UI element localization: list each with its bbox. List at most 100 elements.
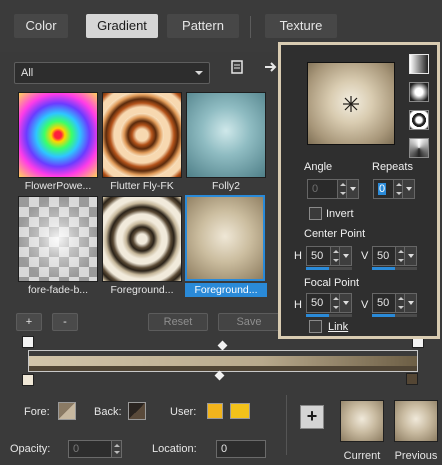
color-stop-right[interactable]	[406, 373, 418, 385]
focal-h-stepper-icon[interactable]	[330, 294, 339, 312]
center-h-label: H	[294, 250, 302, 262]
user-label: User:	[170, 406, 197, 418]
focal-h-input[interactable]: 50	[306, 293, 352, 313]
gradient-thumb-flowerpower[interactable]	[18, 92, 98, 178]
center-h-stepper-icon[interactable]	[330, 247, 339, 265]
center-v-value: 50	[377, 250, 390, 262]
tab-color[interactable]: Color	[14, 14, 68, 38]
center-point-label: Center Point	[304, 228, 366, 240]
opacity-midpoint-marker[interactable]	[217, 340, 228, 351]
invert-label: Invert	[326, 208, 354, 220]
repeats-stepper-icon[interactable]	[393, 180, 402, 198]
current-gradient-preview[interactable]	[340, 400, 384, 442]
category-select[interactable]: All	[14, 62, 210, 84]
focal-v-value: 50	[377, 297, 390, 309]
add-gradient-button[interactable]: +	[16, 313, 42, 331]
reset-button[interactable]: Reset	[148, 313, 208, 331]
focal-v-slider[interactable]	[372, 314, 417, 317]
center-v-dropdown-icon[interactable]	[404, 247, 416, 265]
gradient-thumb-fore-fade[interactable]	[18, 196, 98, 282]
center-v-input[interactable]: 50	[372, 246, 417, 266]
center-v-slider[interactable]	[372, 267, 417, 270]
focal-v-stepper-icon[interactable]	[395, 294, 404, 312]
center-h-slider[interactable]	[306, 267, 352, 270]
previous-label: Previous	[394, 450, 438, 462]
category-select-value: All	[21, 67, 34, 79]
gradient-thumb-flutter-fly[interactable]	[102, 92, 182, 178]
repeats-label: Repeats	[372, 161, 413, 173]
focal-h-label: H	[294, 299, 302, 311]
focal-h-dropdown-icon[interactable]	[339, 294, 351, 312]
remove-gradient-button[interactable]: -	[52, 313, 78, 331]
radial-type-icon[interactable]	[409, 82, 429, 102]
repeats-input[interactable]: 0	[373, 179, 415, 199]
gradient-thumb-folly2[interactable]	[186, 92, 266, 178]
gradient-bar-fill	[29, 356, 417, 366]
slider-fill	[306, 314, 329, 317]
angle-stepper-icon[interactable]	[337, 180, 346, 198]
stepper-arrows-icon[interactable]	[111, 441, 121, 457]
location-label: Location:	[152, 443, 197, 455]
back-swatch[interactable]	[128, 402, 146, 420]
fore-swatch[interactable]	[58, 402, 76, 420]
location-input[interactable]: 0	[216, 440, 266, 458]
back-label: Back:	[94, 406, 122, 418]
gradient-preview[interactable]	[307, 62, 395, 145]
angle-dropdown-icon[interactable]	[346, 180, 358, 198]
focal-point-label: Focal Point	[304, 277, 360, 289]
link-checkbox[interactable]	[309, 320, 322, 333]
plus-button[interactable]: +	[300, 405, 324, 429]
slider-fill	[306, 267, 329, 270]
center-crosshair-icon[interactable]	[342, 95, 360, 113]
center-h-input[interactable]: 50	[306, 246, 352, 266]
rectangular-type-icon[interactable]	[409, 110, 429, 130]
slider-fill	[372, 267, 395, 270]
gradient-bar[interactable]	[28, 350, 418, 372]
gradient-label: Flutter Fly-FK	[110, 180, 174, 192]
sunburst-type-icon[interactable]	[409, 138, 429, 158]
center-v-stepper-icon[interactable]	[395, 247, 404, 265]
chevron-down-icon	[195, 71, 203, 75]
user-swatch-1[interactable]	[207, 403, 223, 419]
tab-pattern[interactable]: Pattern	[167, 14, 239, 38]
gradient-label: FlowerPowe...	[24, 180, 92, 192]
angle-label: Angle	[304, 161, 333, 173]
color-stop-left[interactable]	[22, 374, 34, 386]
opacity-value: 0	[73, 443, 80, 455]
footer-divider	[286, 395, 287, 455]
save-button[interactable]: Save	[218, 313, 280, 331]
focal-h-value: 50	[311, 297, 324, 309]
gradient-label-selected: Foreground...	[185, 283, 267, 297]
gradient-label: fore-fade-b...	[27, 284, 89, 296]
linear-type-icon[interactable]	[409, 54, 429, 74]
focal-v-dropdown-icon[interactable]	[404, 294, 416, 312]
document-icon[interactable]	[228, 60, 246, 78]
current-label: Current	[343, 450, 381, 462]
gradient-options-popup: Angle Repeats 0 0 Invert Center Point H …	[278, 42, 440, 339]
previous-gradient-preview[interactable]	[394, 400, 438, 442]
link-label: Link	[328, 321, 349, 333]
slider-fill	[372, 314, 395, 317]
gradient-label: Foreground...	[110, 284, 174, 296]
gradient-thumb-foreground-rings[interactable]	[102, 196, 182, 282]
opacity-label: Opacity:	[10, 443, 51, 455]
tab-gradient[interactable]: Gradient	[86, 14, 158, 38]
angle-input[interactable]: 0	[307, 179, 359, 199]
opacity-stepper[interactable]: 0	[68, 440, 122, 458]
focal-v-input[interactable]: 50	[372, 293, 417, 313]
tab-texture[interactable]: Texture	[265, 14, 337, 38]
gradient-label: Folly2	[211, 180, 240, 192]
focal-v-label: V	[361, 299, 369, 311]
opacity-stop-left[interactable]	[22, 336, 34, 348]
user-swatch-2[interactable]	[230, 403, 250, 419]
center-h-dropdown-icon[interactable]	[339, 247, 351, 265]
color-midpoint-marker[interactable]	[214, 370, 225, 381]
center-h-value: 50	[311, 250, 324, 262]
center-v-label: V	[361, 250, 369, 262]
repeats-dropdown-icon[interactable]	[402, 180, 414, 198]
repeats-value: 0	[378, 183, 387, 195]
gradient-thumb-foreground-radial[interactable]	[185, 195, 265, 281]
invert-checkbox[interactable]	[309, 207, 322, 220]
focal-h-slider[interactable]	[306, 314, 352, 317]
tab-separator	[250, 16, 251, 38]
